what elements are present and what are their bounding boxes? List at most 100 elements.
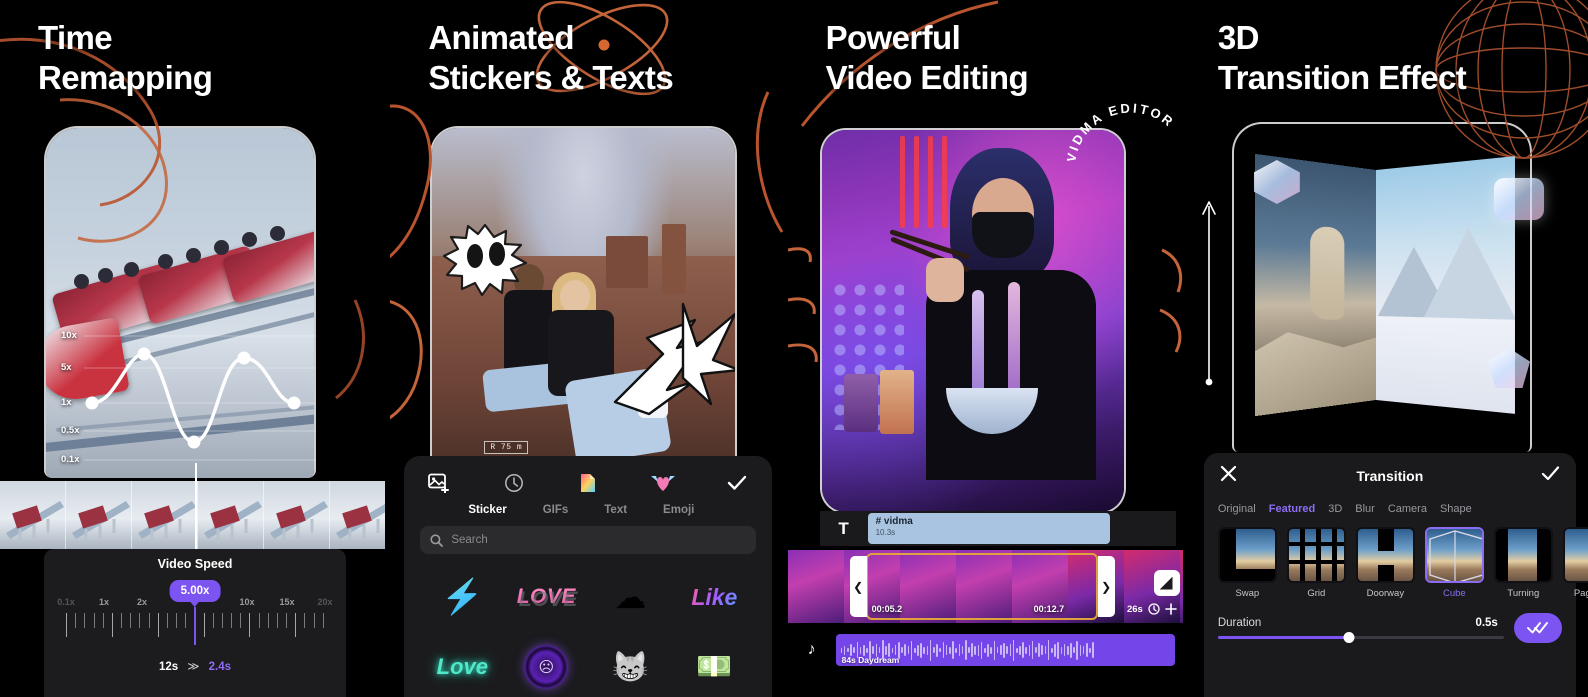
- timeline-total-duration: 26s: [1126, 603, 1143, 615]
- duration-new: 2.4s: [208, 661, 232, 673]
- filmstrip-frame[interactable]: [330, 481, 386, 549]
- plus-icon[interactable]: [1165, 603, 1177, 615]
- sticker-item-love-neon[interactable]: Love: [420, 636, 504, 697]
- snack-box: [879, 370, 914, 434]
- text-track-icon: T: [838, 518, 849, 538]
- check-icon[interactable]: [722, 470, 752, 496]
- sticker-item-money[interactable]: 💵: [672, 636, 756, 697]
- transition-item-page-curl[interactable]: Page Cu: [1562, 527, 1588, 599]
- lightning-burst-sticker[interactable]: [609, 298, 736, 416]
- clip-start-time: 00:05.2: [871, 604, 903, 614]
- ruler-label-20x: 20x: [317, 597, 333, 607]
- transition-item-grid[interactable]: Grid: [1286, 527, 1346, 599]
- check-icon[interactable]: [1540, 465, 1562, 487]
- transition-category-tabs: Original Featured 3D Blur Camera Shape: [1218, 503, 1562, 515]
- clock-icon[interactable]: [499, 470, 529, 496]
- speed-value-badge[interactable]: 5.00x: [169, 580, 221, 602]
- filmstrip-frame[interactable]: [66, 481, 132, 549]
- vidma-editor-watermark: VIDMA EDITOR: [1063, 92, 1183, 218]
- neon-stripe: [913, 136, 919, 228]
- trim-handle-right[interactable]: ❯: [1097, 556, 1115, 617]
- tab-text[interactable]: Text: [604, 504, 627, 516]
- sticker-item-lightning[interactable]: ⚡: [420, 566, 504, 628]
- transition-item-cube[interactable]: Cube: [1424, 527, 1484, 599]
- graph-label-5x: 5x: [61, 362, 72, 373]
- close-icon[interactable]: [1218, 465, 1240, 487]
- transition-item-doorway[interactable]: Doorway: [1355, 527, 1415, 599]
- page-title: Time Remapping: [38, 18, 213, 99]
- filmstrip-frame[interactable]: [132, 481, 198, 549]
- clock-icon[interactable]: [1148, 603, 1160, 615]
- filmstrip-frame[interactable]: [264, 481, 330, 549]
- sticker-item-cool-cat[interactable]: 😸: [588, 636, 672, 697]
- transition-label: Doorway: [1366, 588, 1405, 599]
- trim-handle-left[interactable]: ❮: [849, 556, 867, 617]
- neon-stripe: [927, 136, 933, 228]
- duration-slider[interactable]: [1217, 632, 1504, 643]
- duration-slider-knob[interactable]: [1343, 632, 1355, 643]
- svg-text:VIDMA EDITOR: VIDMA EDITOR: [1067, 100, 1178, 163]
- ruler-tick: [313, 613, 315, 628]
- eyes-burst-sticker[interactable]: [442, 223, 528, 297]
- split-icon[interactable]: [1153, 570, 1180, 596]
- filmstrip-track[interactable]: [0, 481, 386, 549]
- duration-arrow-icon: ≫: [187, 661, 200, 673]
- text-clip[interactable]: # vidma 10.3s: [867, 513, 1110, 544]
- headline-line-1: 3D: [1217, 19, 1260, 56]
- timeline-thumbnail[interactable]: [899, 550, 956, 623]
- timeline-thumbnail[interactable]: [955, 550, 1012, 623]
- filmstrip-frame[interactable]: [198, 481, 264, 549]
- tab-gifs[interactable]: GIFs: [543, 504, 569, 516]
- tab-blur[interactable]: Blur: [1355, 503, 1375, 515]
- music-note-icon: ♪: [807, 641, 816, 658]
- tab-shape[interactable]: Shape: [1440, 503, 1472, 515]
- ruler-tick: [157, 613, 159, 637]
- graph-label-10x: 10x: [61, 330, 77, 341]
- filmstrip-frame[interactable]: [0, 481, 66, 549]
- ruler-tick: [221, 613, 223, 628]
- sticker-tabs: Sticker GIFs Text Emoji: [468, 504, 756, 516]
- audio-track-row: ♪ 84s Daydream: [788, 625, 1183, 675]
- timeline-thumbnail[interactable]: [1179, 550, 1183, 623]
- sticker-item-love3d[interactable]: LOVE: [504, 566, 588, 628]
- add-image-icon[interactable]: [424, 470, 454, 496]
- search-input[interactable]: Search: [420, 526, 757, 554]
- tab-3d[interactable]: 3D: [1328, 503, 1342, 515]
- timeline-thumbnail[interactable]: [787, 550, 844, 623]
- ruler-tick: [276, 613, 278, 628]
- ruler-tick: [93, 613, 95, 628]
- video-timeline-track[interactable]: [787, 550, 1183, 623]
- page-title: Animated Stickers & Texts: [428, 18, 673, 99]
- sticker-item-cloud[interactable]: ☁: [588, 566, 672, 628]
- playhead-indicator[interactable]: [195, 463, 197, 551]
- timeline-thumbnail[interactable]: [1067, 550, 1124, 623]
- transition-item-swap[interactable]: Swap: [1217, 527, 1277, 599]
- ruler-tick: [111, 613, 113, 637]
- speed-curve-svg[interactable]: [44, 318, 316, 478]
- text-icon[interactable]: [573, 470, 603, 496]
- audio-clip[interactable]: 84s Daydream: [835, 634, 1175, 666]
- transition-list: Swap Grid Doorway Cube Turning Pa: [1217, 527, 1588, 599]
- tab-featured[interactable]: Featured: [1269, 503, 1315, 515]
- search-placeholder: Search: [451, 534, 488, 546]
- tab-original[interactable]: Original: [1218, 503, 1256, 515]
- headline-line-1: Time: [38, 19, 113, 56]
- speed-ruler[interactable]: 0.1x 1x 2x 5x 10x 15x 20x 5.00: [44, 580, 346, 649]
- tab-camera[interactable]: Camera: [1388, 503, 1427, 515]
- sticker-item-purple-disc[interactable]: ☹: [504, 636, 588, 697]
- tab-sticker[interactable]: Sticker: [468, 504, 506, 516]
- transition-item-turning[interactable]: Turning: [1493, 527, 1553, 599]
- headline-line-2: Video Editing: [825, 59, 1029, 97]
- headline-line-2: Stickers & Texts: [428, 59, 674, 97]
- apply-to-all-button[interactable]: [1513, 613, 1562, 643]
- ruler-tick: [240, 613, 242, 628]
- ruler-label-15x: 15x: [279, 597, 295, 607]
- ruler-tick: [258, 613, 260, 628]
- drink-cup: [843, 374, 878, 432]
- tab-emoji[interactable]: Emoji: [663, 504, 694, 516]
- page-title: 3D Transition Effect: [1217, 18, 1467, 99]
- winged-heart-icon[interactable]: [648, 470, 678, 496]
- cliff-rock: [1255, 313, 1376, 416]
- sticker-item-like[interactable]: Like: [672, 566, 756, 628]
- page-title: Powerful Video Editing: [825, 18, 1029, 99]
